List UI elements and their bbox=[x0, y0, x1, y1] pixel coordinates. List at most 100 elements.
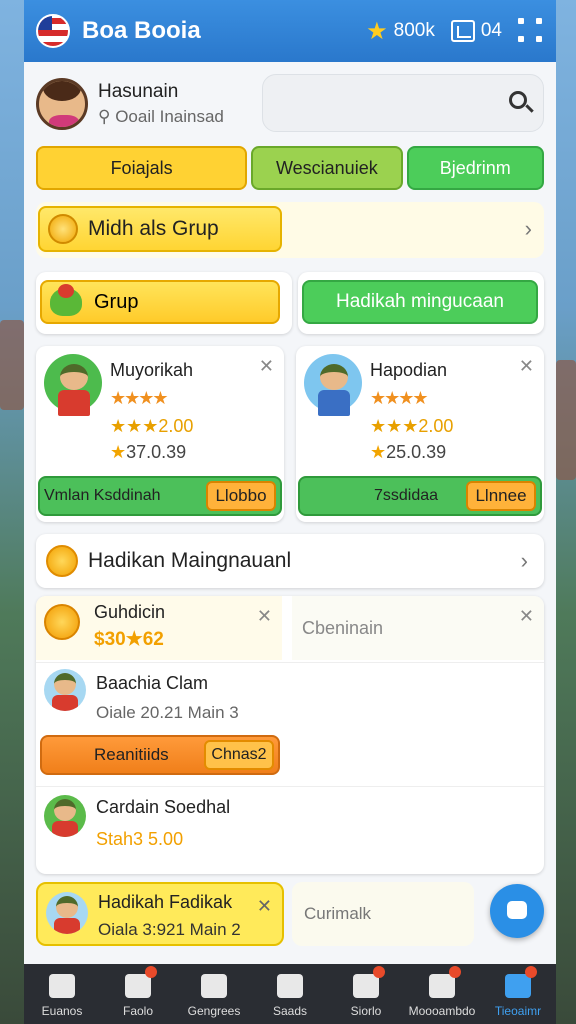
product-title: Hapodian bbox=[370, 360, 448, 380]
search-input[interactable] bbox=[262, 74, 544, 132]
placeholder-card[interactable]: Curimalk bbox=[292, 882, 474, 946]
product-action-label: Vmlan Ksddinah bbox=[44, 487, 161, 504]
search-icon bbox=[509, 91, 527, 109]
star-icon: ★ bbox=[366, 17, 388, 45]
nav-label: Faolo bbox=[122, 1004, 154, 1018]
bottom-nav: Euanos Faolo Gengrees Saads Siorlo Moooa… bbox=[24, 964, 556, 1024]
close-icon[interactable]: ✕ bbox=[519, 356, 534, 377]
inbox-icon bbox=[450, 20, 475, 42]
close-icon[interactable]: ✕ bbox=[259, 356, 274, 377]
nav-saads[interactable]: Saads bbox=[252, 964, 328, 1024]
placeholder-text: Curimalk bbox=[304, 904, 372, 923]
tab-bar: Foiajals Wescianuiek Bjedrinm bbox=[36, 146, 544, 190]
search-small-icon: ⚲ bbox=[98, 107, 116, 126]
nav-groups[interactable]: Gengrees bbox=[176, 964, 252, 1024]
profile-name: Hasunain bbox=[98, 81, 179, 102]
chat-icon bbox=[429, 966, 461, 998]
list-item[interactable]: Cardain Soedhal Stah3 5.00 bbox=[36, 786, 544, 874]
rating-stars: ★★★★ bbox=[370, 388, 429, 408]
orange-inner-button[interactable]: Chnas2 bbox=[204, 740, 274, 770]
grup-card: Grup bbox=[36, 272, 292, 334]
avatar bbox=[44, 669, 86, 711]
star-icon: ★ bbox=[370, 442, 387, 462]
nav-feed[interactable]: Faolo bbox=[100, 964, 176, 1024]
profile-icon bbox=[505, 966, 537, 998]
section-title: Hadikan Maingnauanl bbox=[88, 549, 292, 572]
orange-action-button[interactable]: Reanitiids Chnas2 bbox=[40, 735, 280, 775]
grup-label: Grup bbox=[94, 290, 139, 313]
fruit-icon bbox=[50, 284, 82, 316]
nav-label: Euanos bbox=[41, 1004, 83, 1018]
green-action-button[interactable]: Hadikah mingucaan bbox=[302, 280, 538, 324]
medal-icon bbox=[44, 604, 80, 640]
chevron-right-icon: › bbox=[520, 548, 528, 573]
nav-home[interactable]: Euanos bbox=[24, 964, 100, 1024]
tab-third[interactable]: Bjedrinm bbox=[406, 146, 544, 190]
star-icon: ★ bbox=[110, 442, 127, 462]
product-price: 37.0.39 bbox=[126, 442, 187, 462]
chat-fab-button[interactable] bbox=[490, 884, 544, 938]
people-icon bbox=[201, 974, 227, 998]
close-icon[interactable]: ✕ bbox=[519, 606, 534, 627]
close-icon[interactable]: ✕ bbox=[257, 606, 272, 627]
highlight-card[interactable]: Hadikah Fadikak Oiala 3:921 Main 2 ✕ bbox=[36, 882, 284, 946]
highlight-subtitle: Oiala 3:921 Main 2 bbox=[98, 920, 241, 939]
product-card[interactable]: Muyorikah ✕ ★★★★ ★★★2.00 ★37.0.39 Vmlan … bbox=[36, 346, 284, 522]
product-title: Muyorikah bbox=[110, 360, 194, 380]
coin-icon bbox=[48, 214, 78, 244]
avatar bbox=[46, 892, 88, 934]
product-action-bar[interactable]: 7ssdidaa Llnnee bbox=[298, 476, 542, 516]
product-card[interactable]: Hapodian ✕ ★★★★ ★★★2.00 ★25.0.39 7ssdida… bbox=[296, 346, 544, 522]
item-price: $30★62 bbox=[94, 629, 164, 650]
menu-grid-icon[interactable] bbox=[518, 18, 544, 44]
profile-subtitle: Ooail Inainsad bbox=[115, 107, 224, 126]
tab-second[interactable]: Wescianuiek bbox=[251, 146, 403, 190]
avatar[interactable] bbox=[36, 78, 88, 130]
grup-button[interactable]: Grup bbox=[40, 280, 280, 324]
list-item[interactable]: Guhdicin $30★62 ✕ Cbeninain ✕ bbox=[36, 596, 544, 660]
chevron-right-icon: › bbox=[524, 216, 532, 241]
green-card: Hadikah mingucaan bbox=[298, 272, 544, 334]
product-action-bar[interactable]: Vmlan Ksddinah Llobbo bbox=[38, 476, 282, 516]
mail-icon bbox=[125, 966, 157, 998]
flag-icon bbox=[36, 14, 70, 48]
product-action-label: 7ssdidaa bbox=[374, 487, 439, 504]
product-buy-button[interactable]: Llnnee bbox=[466, 481, 536, 511]
nav-store[interactable]: Siorlo bbox=[328, 964, 404, 1024]
nav-messages[interactable]: Moooambdo bbox=[404, 964, 480, 1024]
item-title: Cardain Soedhal bbox=[96, 797, 231, 817]
app-screen: Boa Booia ★ 800k 04 Hasunain ⚲ Ooail Ina… bbox=[24, 0, 556, 1024]
promo-banner[interactable]: Midh als Grup › bbox=[36, 202, 544, 258]
list-item[interactable]: Baachia Clam Oiale 20.21 Main 3 Reanitii… bbox=[36, 662, 544, 784]
store-icon bbox=[353, 966, 385, 998]
item-title: Guhdicin bbox=[94, 602, 166, 622]
nav-profile[interactable]: Tieoaimr bbox=[480, 964, 556, 1024]
product-rating: ★★★2.00 bbox=[110, 416, 194, 436]
rating-stars: ★★★★ bbox=[110, 388, 169, 408]
product-rating: ★★★2.00 bbox=[370, 416, 454, 436]
orange-action-label: Reanitiids bbox=[94, 745, 169, 764]
item-stat: Stah3 5.00 bbox=[96, 829, 184, 849]
box-count: 04 bbox=[480, 20, 502, 41]
nav-label: Gengrees bbox=[187, 1004, 241, 1018]
item-placeholder: Cbeninain bbox=[302, 618, 384, 638]
item-subtitle: Oiale 20.21 Main 3 bbox=[96, 703, 239, 722]
tab-first[interactable]: Foiajals bbox=[36, 146, 248, 190]
item-title: Baachia Clam bbox=[96, 673, 209, 693]
nav-label: Moooambdo bbox=[408, 1004, 476, 1018]
nav-label: Siorlo bbox=[350, 1004, 382, 1018]
home-icon bbox=[49, 974, 75, 998]
box-counter[interactable]: 04 bbox=[450, 20, 502, 42]
star-counter[interactable]: ★ 800k bbox=[366, 17, 435, 46]
highlight-title: Hadikah Fadikak bbox=[98, 892, 233, 912]
close-icon[interactable]: ✕ bbox=[257, 896, 272, 917]
product-price: 25.0.39 bbox=[386, 442, 447, 462]
section-header[interactable]: Hadikan Maingnauanl › bbox=[36, 534, 544, 588]
avatar bbox=[44, 795, 86, 837]
sun-icon bbox=[46, 545, 78, 577]
product-buy-button[interactable]: Llobbo bbox=[206, 481, 276, 511]
product-thumbnail bbox=[304, 354, 364, 420]
list-icon bbox=[277, 974, 303, 998]
nav-label: Saads bbox=[272, 1004, 308, 1018]
item-list: Guhdicin $30★62 ✕ Cbeninain ✕ Baachia Cl… bbox=[36, 596, 544, 874]
